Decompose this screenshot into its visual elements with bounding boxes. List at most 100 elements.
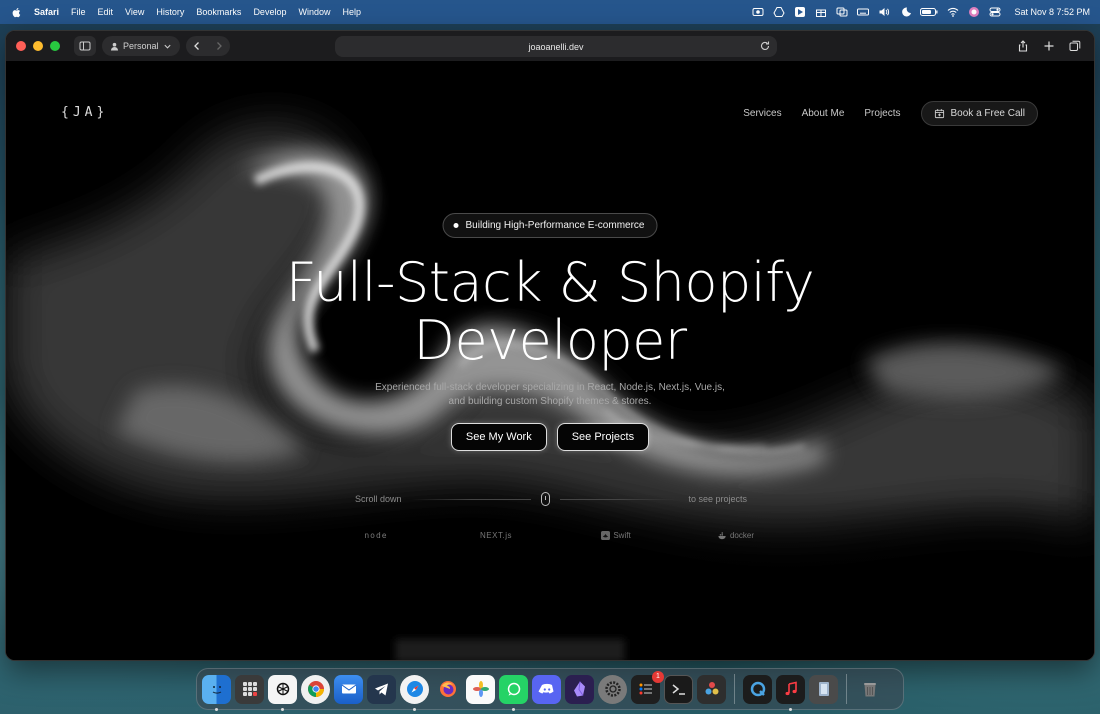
sidebar-toggle-button[interactable] — [74, 36, 96, 56]
reload-icon[interactable] — [759, 40, 771, 52]
wifi-icon[interactable] — [947, 6, 959, 18]
node-logo: node — [346, 531, 406, 540]
discord-icon — [538, 683, 553, 694]
dock-app-music[interactable] — [776, 674, 805, 711]
dock-app-launchpad[interactable] — [235, 674, 264, 704]
dock-app-trash[interactable] — [855, 675, 884, 704]
mirror-icon[interactable] — [836, 6, 848, 18]
swift-icon — [601, 531, 611, 540]
dock-app-discord[interactable] — [532, 674, 561, 704]
calendar-icon — [934, 109, 944, 119]
gift-icon[interactable] — [815, 6, 827, 18]
trash-icon — [863, 683, 876, 697]
siri-icon[interactable] — [968, 6, 980, 18]
chevron-down-icon — [163, 44, 171, 49]
menu-view[interactable]: View — [119, 7, 150, 17]
control-center-icon[interactable] — [989, 6, 1001, 18]
menu-window[interactable]: Window — [292, 7, 336, 17]
site-logo[interactable]: {JA} — [61, 105, 108, 120]
new-tab-button[interactable] — [1040, 36, 1058, 56]
hero-actions: See My Work See Projects — [6, 423, 1094, 451]
sidebar-icon — [79, 41, 91, 51]
divider — [559, 498, 679, 500]
minimize-window-button[interactable] — [33, 41, 43, 51]
share-icon — [1018, 40, 1028, 52]
book-call-button[interactable]: Book a Free Call — [920, 101, 1038, 126]
divider — [411, 498, 531, 500]
hero-subtitle-line2: and building custom Shopify themes & sto… — [448, 396, 652, 407]
menu-edit[interactable]: Edit — [92, 7, 120, 17]
tab-overview-button[interactable] — [1066, 36, 1084, 56]
back-button[interactable] — [186, 36, 208, 56]
quicktime-icon — [750, 681, 765, 697]
safari-window: Personal joaoanelli.dev {JA} Services Ab… — [5, 30, 1095, 661]
menu-develop[interactable]: Develop — [247, 7, 292, 17]
dock-app-terminal[interactable] — [664, 674, 693, 704]
camera-icon[interactable] — [752, 6, 764, 18]
docker-whale-icon — [718, 532, 726, 540]
cursor-app-icon[interactable] — [794, 6, 806, 18]
menu-bar: Safari File Edit View History Bookmarks … — [0, 0, 1100, 24]
nav-link-services[interactable]: Services — [743, 108, 781, 119]
dock-app-quicktime[interactable] — [743, 674, 772, 704]
dock-app-davinci-resolve[interactable] — [697, 674, 726, 704]
menu-safari[interactable]: Safari — [32, 7, 65, 17]
docker-logo: docker — [706, 531, 766, 540]
dock-app-preview[interactable] — [809, 674, 838, 704]
dock-app-photos[interactable] — [466, 674, 495, 704]
menu-file[interactable]: File — [65, 7, 92, 17]
profile-button[interactable]: Personal — [102, 36, 180, 56]
see-projects-button[interactable]: See Projects — [556, 423, 650, 451]
battery-icon[interactable] — [920, 6, 938, 18]
menu-history[interactable]: History — [150, 7, 190, 17]
menubar-datetime[interactable]: Sat Nov 8 7:52 PM — [1014, 7, 1090, 17]
moon-icon[interactable] — [899, 6, 912, 18]
menu-bookmarks[interactable]: Bookmarks — [190, 7, 247, 17]
apple-menu-icon[interactable] — [0, 7, 32, 18]
terminal-icon — [672, 684, 685, 695]
address-url: joaoanelli.dev — [528, 41, 584, 52]
share-button[interactable] — [1014, 36, 1032, 56]
dock: 1 — [196, 668, 904, 711]
nav-link-about-me[interactable]: About Me — [802, 108, 845, 119]
mouse-scroll-icon[interactable] — [540, 492, 550, 506]
hero-headline-line1: Full-Stack & Shopify — [285, 251, 815, 314]
dock-app-chatgpt[interactable] — [268, 674, 297, 711]
status-dot-icon — [453, 223, 459, 228]
dock-app-chrome[interactable] — [301, 674, 330, 704]
dock-app-whatsapp[interactable] — [499, 674, 528, 711]
person-icon — [110, 42, 119, 51]
menu-help[interactable]: Help — [336, 7, 367, 17]
node-logo-text: node — [364, 531, 388, 540]
obsidian-icon — [573, 681, 585, 697]
drive-icon[interactable] — [773, 6, 786, 18]
reminders-icon — [639, 683, 652, 695]
close-window-button[interactable] — [16, 41, 26, 51]
see-my-work-button[interactable]: See My Work — [450, 423, 547, 451]
maximize-window-button[interactable] — [50, 41, 60, 51]
window-controls — [16, 41, 60, 51]
hero-subtitle-line1: Experienced full-stack developer special… — [375, 382, 725, 393]
telegram-icon — [374, 683, 388, 696]
dock-app-obsidian[interactable] — [565, 674, 594, 704]
dock-app-telegram[interactable] — [367, 674, 396, 704]
dock-separator — [734, 674, 735, 704]
dock-app-mail[interactable] — [334, 674, 363, 704]
dock-separator — [846, 674, 847, 704]
dock-app-system-settings[interactable] — [598, 674, 627, 704]
nav-link-projects[interactable]: Projects — [864, 108, 900, 119]
book-call-label: Book a Free Call — [950, 108, 1025, 119]
dock-app-finder[interactable] — [202, 674, 231, 711]
hero-headline-line2: Developer — [413, 309, 687, 372]
dock-app-firefox[interactable] — [433, 675, 462, 704]
volume-icon[interactable] — [878, 6, 890, 18]
swift-logo-text: Swift — [613, 531, 631, 540]
forward-button[interactable] — [208, 36, 230, 56]
dock-app-reminders[interactable]: 1 — [631, 670, 664, 704]
keyboard-icon[interactable] — [857, 6, 870, 18]
toolbar-right-actions — [1014, 36, 1084, 56]
address-bar[interactable]: joaoanelli.dev — [335, 36, 777, 57]
web-page: {JA} Services About Me Projects Book a F… — [6, 61, 1094, 660]
chrome-icon — [307, 681, 324, 697]
dock-app-safari[interactable] — [400, 674, 429, 711]
